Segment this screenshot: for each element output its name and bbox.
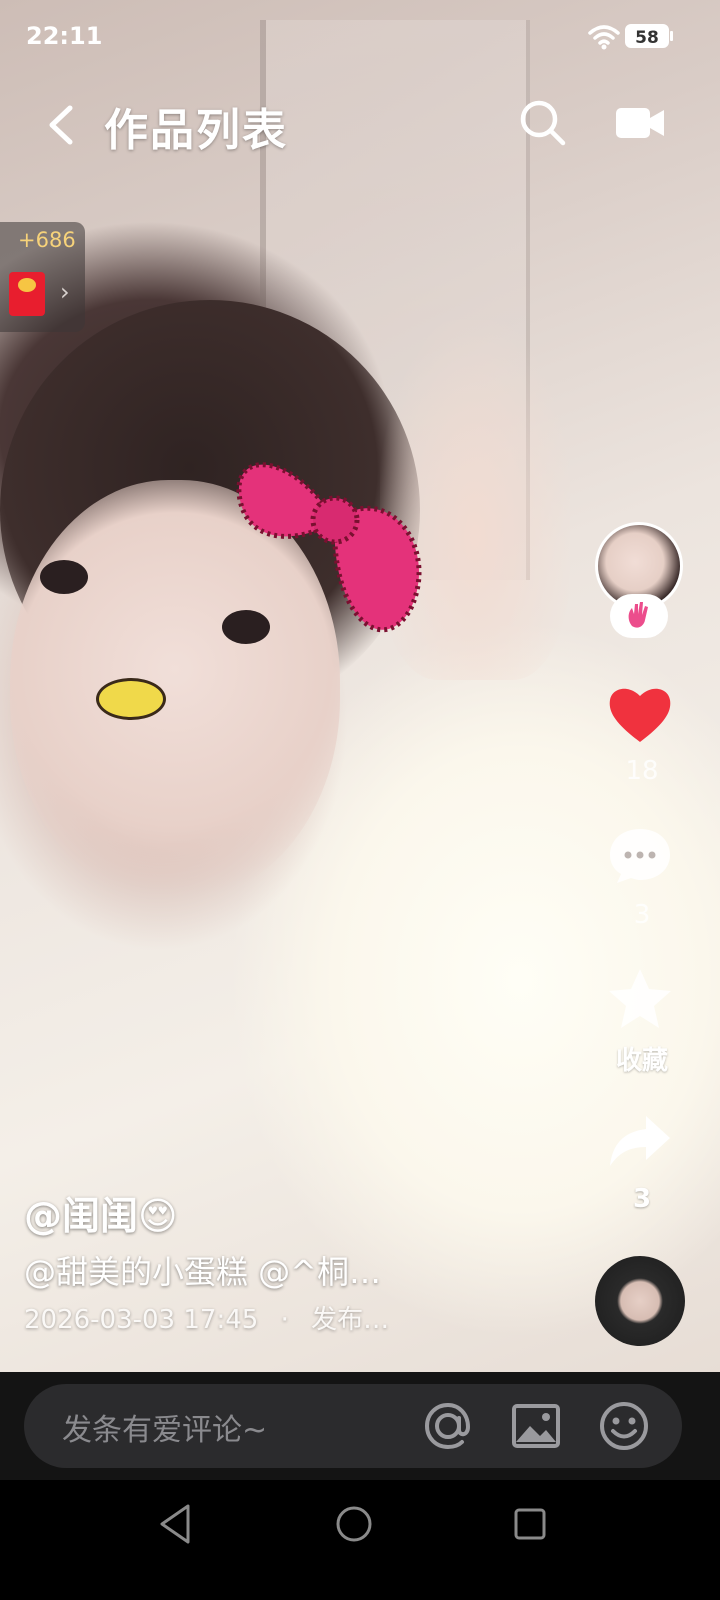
comment-count: 3 bbox=[633, 900, 651, 930]
comment-icon[interactable] bbox=[607, 825, 673, 887]
favorite-label: 收藏 bbox=[615, 1046, 668, 1076]
share-icon[interactable] bbox=[606, 1112, 674, 1170]
red-packet-amount: +686 bbox=[18, 228, 76, 252]
at-icon[interactable] bbox=[422, 1400, 474, 1452]
waving-hand-icon bbox=[628, 602, 648, 628]
back-icon[interactable] bbox=[40, 100, 80, 150]
comment-placeholder[interactable]: 发条有爱评论~ bbox=[62, 1405, 267, 1449]
post-publish[interactable]: 发布… bbox=[311, 1305, 389, 1335]
camera-icon[interactable] bbox=[614, 102, 666, 144]
wifi-icon bbox=[588, 25, 620, 50]
status-bar: 22:11 58 bbox=[0, 0, 720, 72]
search-icon[interactable] bbox=[518, 98, 568, 148]
top-bar: 作品列表 bbox=[0, 80, 720, 170]
pink-bow-sticker bbox=[236, 462, 422, 633]
red-envelope-icon bbox=[9, 272, 45, 316]
mentioned-users[interactable]: @甜美的小蛋糕 @^桐… bbox=[24, 1248, 584, 1296]
heart-icon[interactable] bbox=[606, 682, 674, 746]
author-name[interactable]: @闺闺😍 bbox=[24, 1190, 584, 1242]
like-count: 18 bbox=[625, 756, 659, 786]
star-icon[interactable] bbox=[606, 966, 674, 1032]
nav-home-icon[interactable] bbox=[334, 1504, 374, 1544]
post-meta: 2026-03-03 17:45 · 发布… bbox=[24, 1300, 584, 1340]
music-disc[interactable] bbox=[595, 1256, 685, 1346]
nav-back-icon[interactable] bbox=[156, 1502, 196, 1546]
follow-badge[interactable] bbox=[610, 594, 668, 638]
page-title: 作品列表 bbox=[104, 105, 288, 156]
chevron-right-icon: › bbox=[60, 278, 70, 306]
share-count: 3 bbox=[632, 1184, 652, 1214]
image-icon[interactable] bbox=[510, 1400, 562, 1452]
photo-eye-left bbox=[40, 560, 88, 594]
red-packet-widget[interactable]: +686 › bbox=[0, 222, 85, 332]
battery-indicator: 58 bbox=[625, 24, 669, 48]
nav-recent-icon[interactable] bbox=[512, 1506, 548, 1542]
status-time: 22:11 bbox=[26, 22, 103, 50]
post-caption: @闺闺😍 @甜美的小蛋糕 @^桐… 2026-03-03 17:45 · 发布… bbox=[24, 1190, 584, 1340]
yellow-nose-sticker bbox=[96, 678, 166, 720]
post-date: 2026-03-03 17:45 bbox=[24, 1305, 259, 1335]
battery-tip bbox=[670, 31, 673, 41]
meta-separator: · bbox=[280, 1305, 289, 1335]
emoji-icon[interactable] bbox=[598, 1400, 650, 1452]
